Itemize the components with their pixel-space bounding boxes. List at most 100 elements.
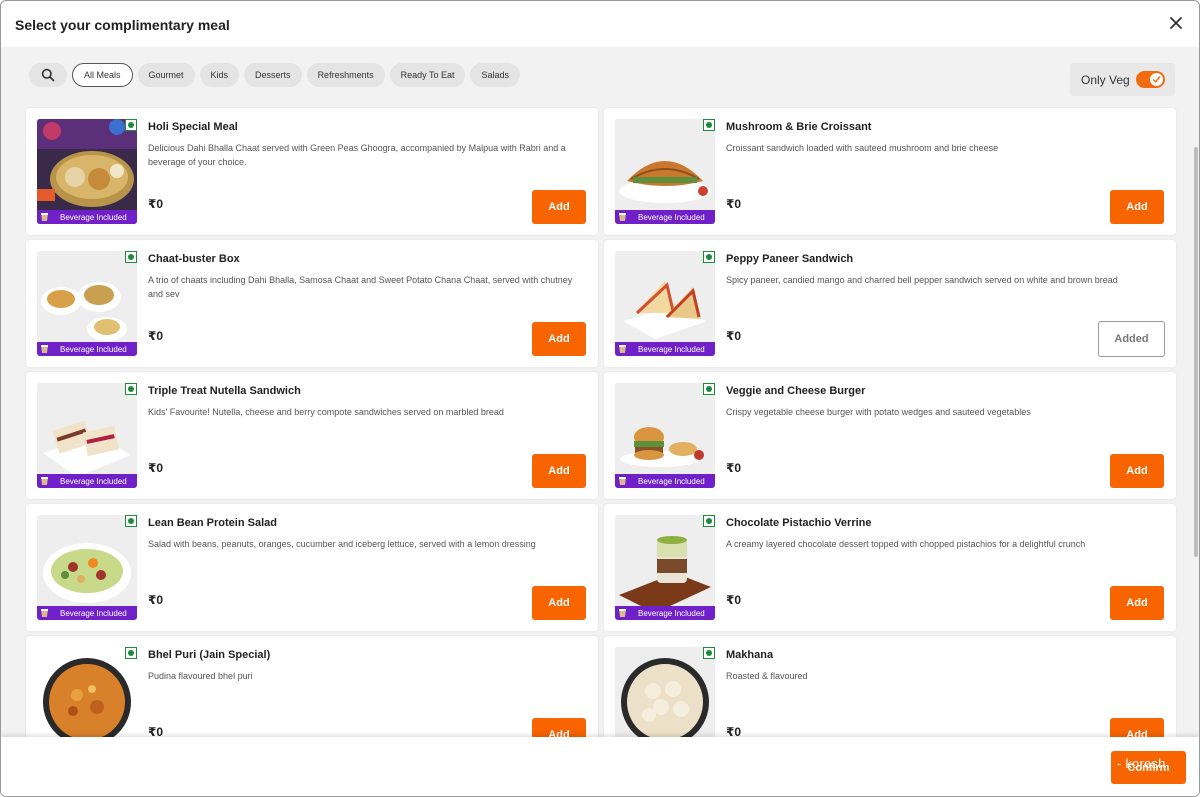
beverage-included-badge: Beverage Included <box>37 606 137 620</box>
meal-name: Peppy Paneer Sandwich <box>726 253 854 265</box>
beverage-included-label: Beverage Included <box>60 344 127 354</box>
modal-footer: Confirm - koresh <box>1 737 1199 796</box>
meal-name: Veggie and Cheese Burger <box>726 385 866 397</box>
meal-list-area: All Meals Gourmet Kids Desserts Refreshm… <box>1 47 1199 737</box>
meal-name: Chocolate Pistachio Verrine <box>726 517 872 529</box>
meal-image-peppy-paneer-sandwich: Beverage Included <box>615 251 715 356</box>
scrollbar[interactable] <box>1194 147 1198 557</box>
meal-price: ₹0 <box>726 593 742 607</box>
veg-icon <box>125 515 137 527</box>
meal-grid: Beverage Included Holi Special Meal Delici… <box>26 108 1176 737</box>
meal-price: ₹0 <box>726 461 742 475</box>
beverage-included-label: Beverage Included <box>60 608 127 618</box>
meal-name: Chaat-buster Box <box>148 253 240 265</box>
meal-description: Salad with beans, peanuts, oranges, cucu… <box>148 539 536 549</box>
meal-description: Pudina flavoured bhel puri <box>148 671 253 681</box>
meal-description: A trio of chaats including Dahi Bhalla, … <box>148 275 573 299</box>
beverage-included-label: Beverage Included <box>60 476 127 486</box>
category-filters: All Meals Gourmet Kids Desserts Refreshm… <box>29 63 520 87</box>
only-veg-label: Only Veg <box>1081 72 1130 87</box>
cup-icon <box>41 213 48 221</box>
meal-selection-modal: Select your complimentary meal All Meals… <box>0 0 1200 797</box>
meal-card: Beverage Included Holi Special Meal Delici… <box>26 108 598 235</box>
chip-salads[interactable]: Salads <box>470 63 520 87</box>
only-veg-toggle: Only Veg <box>1070 63 1175 96</box>
cup-icon <box>619 213 626 221</box>
add-button[interactable]: Add <box>532 322 586 356</box>
meal-price: ₹0 <box>148 197 164 211</box>
overlay-watermark: - koresh <box>1117 756 1166 771</box>
beverage-included-badge: Beverage Included <box>615 210 715 224</box>
add-button[interactable]: Add <box>1110 718 1164 737</box>
cup-icon <box>619 477 626 485</box>
veg-icon <box>125 647 137 659</box>
meal-description: Roasted & flavoured <box>726 671 808 681</box>
meal-card: Beverage Included Peppy Paneer Sandwich Sp… <box>604 240 1176 367</box>
meal-price: ₹0 <box>148 725 164 737</box>
cup-icon <box>619 609 626 617</box>
chip-refreshments[interactable]: Refreshments <box>306 63 385 87</box>
meal-description: A creamy layered chocolate dessert toppe… <box>726 539 1086 549</box>
search-icon[interactable] <box>29 63 67 87</box>
beverage-included-badge: Beverage Included <box>37 342 137 356</box>
veg-icon <box>125 251 137 263</box>
meal-description: Spicy paneer, candied mango and charred … <box>726 275 1118 285</box>
meal-description: Kids' Favourite! Nutella, cheese and ber… <box>148 407 504 417</box>
meal-image-chaat-buster-box: Beverage Included <box>37 251 137 356</box>
meal-info: Triple Treat Nutella Sandwich Kids' Favou… <box>148 385 588 419</box>
beverage-included-badge: Beverage Included <box>37 210 137 224</box>
meal-description: Delicious Dahi Bhalla Chaat served with … <box>148 143 566 167</box>
meal-image-makhana <box>615 647 715 737</box>
meal-image-lean-bean-protein-salad: Beverage Included <box>37 515 137 620</box>
chip-gourmet[interactable]: Gourmet <box>137 63 195 87</box>
cup-icon <box>41 345 48 353</box>
meal-price: ₹0 <box>726 329 742 343</box>
add-button[interactable]: Add <box>532 586 586 620</box>
close-icon[interactable] <box>1167 14 1185 32</box>
add-button[interactable]: Add <box>1110 586 1164 620</box>
chip-all-meals[interactable]: All Meals <box>72 63 133 87</box>
meal-name: Lean Bean Protein Salad <box>148 517 277 529</box>
meal-description: Crispy vegetable cheese burger with pota… <box>726 407 1031 417</box>
added-button[interactable]: Added <box>1098 321 1165 357</box>
meal-price: ₹0 <box>148 461 164 475</box>
meal-card: Beverage Included Veggie and Cheese Burge… <box>604 372 1176 499</box>
chip-ready-to-eat[interactable]: Ready To Eat <box>389 63 466 87</box>
meal-card: Beverage Included Chocolate Pistachio Ver… <box>604 504 1176 631</box>
meal-description: Croissant sandwich loaded with sauteed m… <box>726 143 999 153</box>
beverage-included-badge: Beverage Included <box>615 342 715 356</box>
add-button[interactable]: Add <box>532 454 586 488</box>
meal-info: Makhana Roasted & flavoured <box>726 649 1166 683</box>
meal-image-chocolate-pistachio-verrine: Beverage Included <box>615 515 715 620</box>
add-button[interactable]: Add <box>532 190 586 224</box>
check-icon <box>1150 73 1163 86</box>
meal-info: Chocolate Pistachio Verrine A creamy laye… <box>726 517 1166 551</box>
cup-icon <box>41 477 48 485</box>
meal-card: Beverage Included Mushroom & Brie Croissa… <box>604 108 1176 235</box>
meal-info: Lean Bean Protein Salad Salad with beans,… <box>148 517 588 551</box>
meal-name: Triple Treat Nutella Sandwich <box>148 385 301 397</box>
add-button[interactable]: Add <box>1110 190 1164 224</box>
meal-price: ₹0 <box>726 725 742 737</box>
meal-image-triple-treat-nutella-sandwich: Beverage Included <box>37 383 137 488</box>
veg-icon <box>703 251 715 263</box>
chip-desserts[interactable]: Desserts <box>244 63 302 87</box>
cup-icon <box>619 345 626 353</box>
veg-icon <box>125 383 137 395</box>
beverage-included-label: Beverage Included <box>638 212 705 222</box>
chip-kids[interactable]: Kids <box>199 63 240 87</box>
only-veg-switch[interactable] <box>1136 71 1165 88</box>
add-button[interactable]: Add <box>1110 454 1164 488</box>
add-button[interactable]: Add <box>532 718 586 737</box>
beverage-included-badge: Beverage Included <box>37 474 137 488</box>
meal-image-veggie-and-cheese-burger: Beverage Included <box>615 383 715 488</box>
meal-card: Beverage Included Lean Bean Protein Salad… <box>26 504 598 631</box>
meal-info: Veggie and Cheese Burger Crispy vegetable… <box>726 385 1166 419</box>
meal-price: ₹0 <box>726 197 742 211</box>
meal-price: ₹0 <box>148 329 164 343</box>
meal-info: Holi Special Meal Delicious Dahi Bhalla C… <box>148 121 588 169</box>
meal-price: ₹0 <box>148 593 164 607</box>
veg-icon <box>125 119 137 131</box>
meal-name: Bhel Puri (Jain Special) <box>148 649 271 661</box>
beverage-included-label: Beverage Included <box>638 344 705 354</box>
